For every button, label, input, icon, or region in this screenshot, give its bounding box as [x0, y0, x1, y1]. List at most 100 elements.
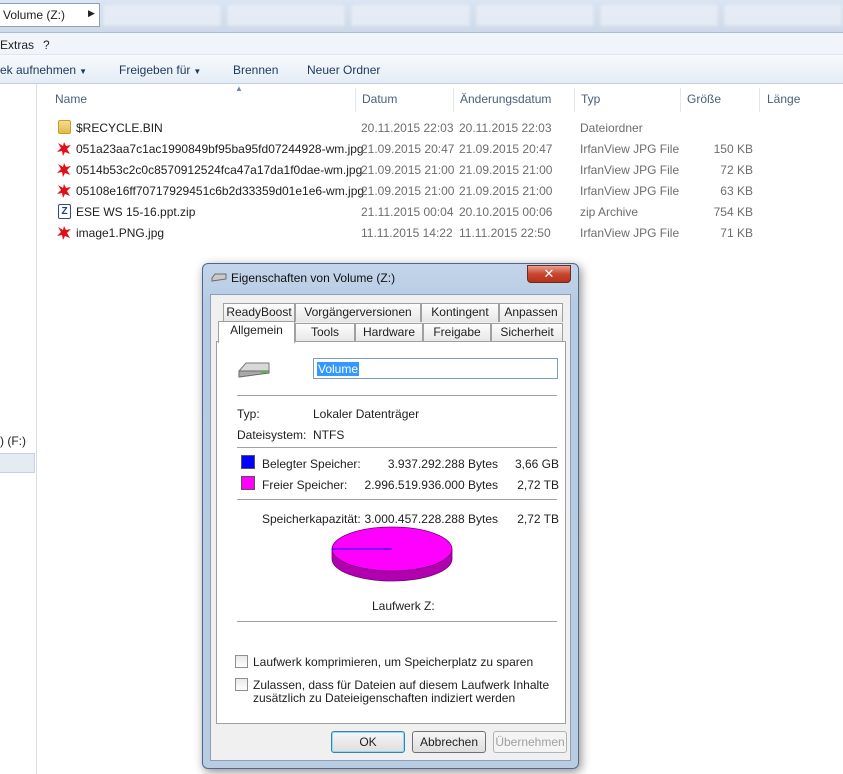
address-bar: Volume (Z:) ▶	[0, 0, 843, 33]
file-size: 71 KB	[720, 226, 753, 240]
file-row[interactable]: Z ESE WS 15-16.ppt.zip 21.11.2015 00:04 …	[37, 201, 843, 222]
file-name: 0514b53c2c0c8570912524fca47a17da1f0dae-w…	[76, 163, 363, 177]
dialog-body: ReadyBoost Vorgängerversionen Kontingent…	[210, 294, 571, 761]
file-modified: 20.11.2015 22:03	[459, 121, 552, 135]
cancel-button[interactable]: Abbrechen	[412, 731, 486, 753]
tab-customize[interactable]: Anpassen	[499, 303, 563, 322]
column-divider[interactable]	[355, 88, 356, 112]
column-divider[interactable]	[453, 88, 454, 112]
file-date: 21.09.2015 21:00	[361, 184, 455, 198]
irfanview-icon	[56, 162, 72, 178]
menu-extras[interactable]: Extras	[0, 38, 34, 52]
column-length[interactable]: Länge	[767, 92, 800, 106]
file-date: 11.11.2015 14:22	[361, 226, 453, 240]
type-value: Lokaler Datenträger	[313, 407, 420, 421]
new-folder-button[interactable]: Neuer Ordner	[307, 63, 380, 77]
index-label-line2[interactable]: zusätzlich zu Dateieigenschaften indizie…	[253, 691, 515, 705]
column-header-row: ▲ Name Datum Änderungsdatum Typ Größe Lä…	[37, 84, 843, 114]
file-type: Dateiordner	[580, 121, 643, 135]
divider	[237, 395, 557, 396]
column-type[interactable]: Typ	[581, 92, 600, 106]
close-button[interactable]: ✕	[527, 265, 571, 283]
volume-name-input[interactable]: Volume	[313, 358, 558, 379]
file-modified: 20.10.2015 00:06	[459, 205, 553, 219]
file-name: $RECYCLE.BIN	[76, 121, 163, 135]
capacity-human: 2,72 TB	[517, 512, 559, 526]
zip-icon: Z	[58, 204, 71, 219]
breadcrumb-arrow-icon[interactable]: ▶	[88, 8, 95, 19]
nav-drive-f[interactable]: ) (F:)	[0, 434, 26, 448]
file-date: 21.11.2015 00:04	[361, 205, 454, 219]
file-row[interactable]: $RECYCLE.BIN 20.11.2015 22:03 20.11.2015…	[37, 117, 843, 138]
apply-button[interactable]: Übernehmen	[493, 731, 567, 753]
type-label: Typ:	[237, 407, 260, 421]
tab-quota[interactable]: Kontingent	[421, 303, 499, 322]
column-divider[interactable]	[574, 88, 575, 112]
file-name: 051a23aa7c1ac1990849bf95ba95fd07244928-w…	[76, 142, 364, 156]
column-modified[interactable]: Änderungsdatum	[460, 92, 551, 106]
tab-general[interactable]: Allgemein	[218, 321, 295, 343]
index-label-line1[interactable]: Zulassen, dass für Dateien auf diesem La…	[253, 678, 549, 692]
free-space-label: Freier Speicher:	[262, 478, 348, 492]
file-date: 21.09.2015 21:00	[361, 163, 455, 177]
share-with-button[interactable]: Freigeben für ▼	[119, 63, 201, 77]
file-name: image1.PNG.jpg	[76, 226, 165, 240]
file-type: zip Archive	[580, 205, 639, 219]
compress-checkbox[interactable]	[235, 655, 248, 668]
drive-caption: Laufwerk Z:	[372, 599, 435, 613]
sort-ascending-icon: ▲	[235, 84, 243, 93]
properties-dialog: Eigenschaften von Volume (Z:) ✕ ReadyBoo…	[202, 263, 579, 769]
file-size: 63 KB	[720, 184, 753, 198]
tab-tools[interactable]: Tools	[295, 323, 355, 342]
nav-selected-item[interactable]	[0, 453, 35, 473]
address-field[interactable]: Volume (Z:)	[0, 3, 100, 27]
file-type: IrfanView JPG File	[580, 226, 680, 240]
tab-security[interactable]: Sicherheit	[491, 323, 563, 342]
include-in-library-button[interactable]: ek aufnehmen ▼	[0, 63, 87, 77]
tab-readyboost[interactable]: ReadyBoost	[223, 303, 295, 322]
divider	[237, 621, 557, 622]
file-type: IrfanView JPG File	[580, 142, 680, 156]
file-size: 150 KB	[713, 142, 753, 156]
column-divider[interactable]	[759, 88, 760, 112]
free-space-bytes: 2.996.519.936.000 Bytes	[364, 478, 498, 492]
folder-icon	[58, 120, 71, 134]
tab-previous-versions[interactable]: Vorgängerversionen	[295, 303, 421, 322]
file-size: 754 KB	[713, 205, 753, 219]
used-space-human: 3,66 GB	[514, 457, 559, 471]
filesystem-value: NTFS	[313, 428, 345, 442]
burn-button[interactable]: Brennen	[233, 63, 278, 77]
share-with-label: Freigeben für	[119, 63, 191, 77]
column-divider[interactable]	[680, 88, 681, 112]
column-size[interactable]: Größe	[687, 92, 721, 106]
filesystem-label: Dateisystem:	[237, 428, 307, 442]
used-space-bytes: 3.937.292.288 Bytes	[387, 457, 498, 471]
irfanview-icon	[56, 225, 72, 241]
file-date: 21.09.2015 20:47	[361, 142, 455, 156]
free-space-swatch	[241, 476, 255, 490]
tab-hardware[interactable]: Hardware	[355, 323, 423, 342]
blurred-tab	[598, 3, 719, 27]
drive-title-icon	[211, 272, 227, 287]
menu-help[interactable]: ?	[43, 38, 50, 52]
blurred-tab	[722, 3, 843, 27]
index-checkbox[interactable]	[235, 678, 248, 691]
compress-label[interactable]: Laufwerk komprimieren, um Speicherplatz …	[253, 655, 533, 669]
divider	[237, 499, 557, 500]
column-name[interactable]: Name	[55, 92, 87, 106]
chevron-down-icon: ▼	[193, 67, 202, 76]
file-row[interactable]: image1.PNG.jpg 11.11.2015 14:22 11.11.20…	[37, 222, 843, 243]
irfanview-icon	[56, 183, 72, 199]
hard-drive-icon	[237, 359, 271, 384]
address-path: Volume (Z:)	[3, 8, 66, 22]
column-date[interactable]: Datum	[362, 92, 397, 106]
file-row[interactable]: 051a23aa7c1ac1990849bf95ba95fd07244928-w…	[37, 138, 843, 159]
file-name: ESE WS 15-16.ppt.zip	[76, 205, 196, 219]
file-row[interactable]: 05108e16ff70717929451c6b2d33359d01e1e6-w…	[37, 180, 843, 201]
menu-bar: Extras ?	[0, 33, 843, 55]
file-row[interactable]: 0514b53c2c0c8570912524fca47a17da1f0dae-w…	[37, 159, 843, 180]
free-space-human: 2,72 TB	[517, 478, 559, 492]
ok-button[interactable]: OK	[331, 731, 405, 753]
command-bar: ek aufnehmen ▼ Freigeben für ▼ Brennen Neu…	[0, 55, 843, 84]
tab-sharing[interactable]: Freigabe	[423, 323, 491, 342]
